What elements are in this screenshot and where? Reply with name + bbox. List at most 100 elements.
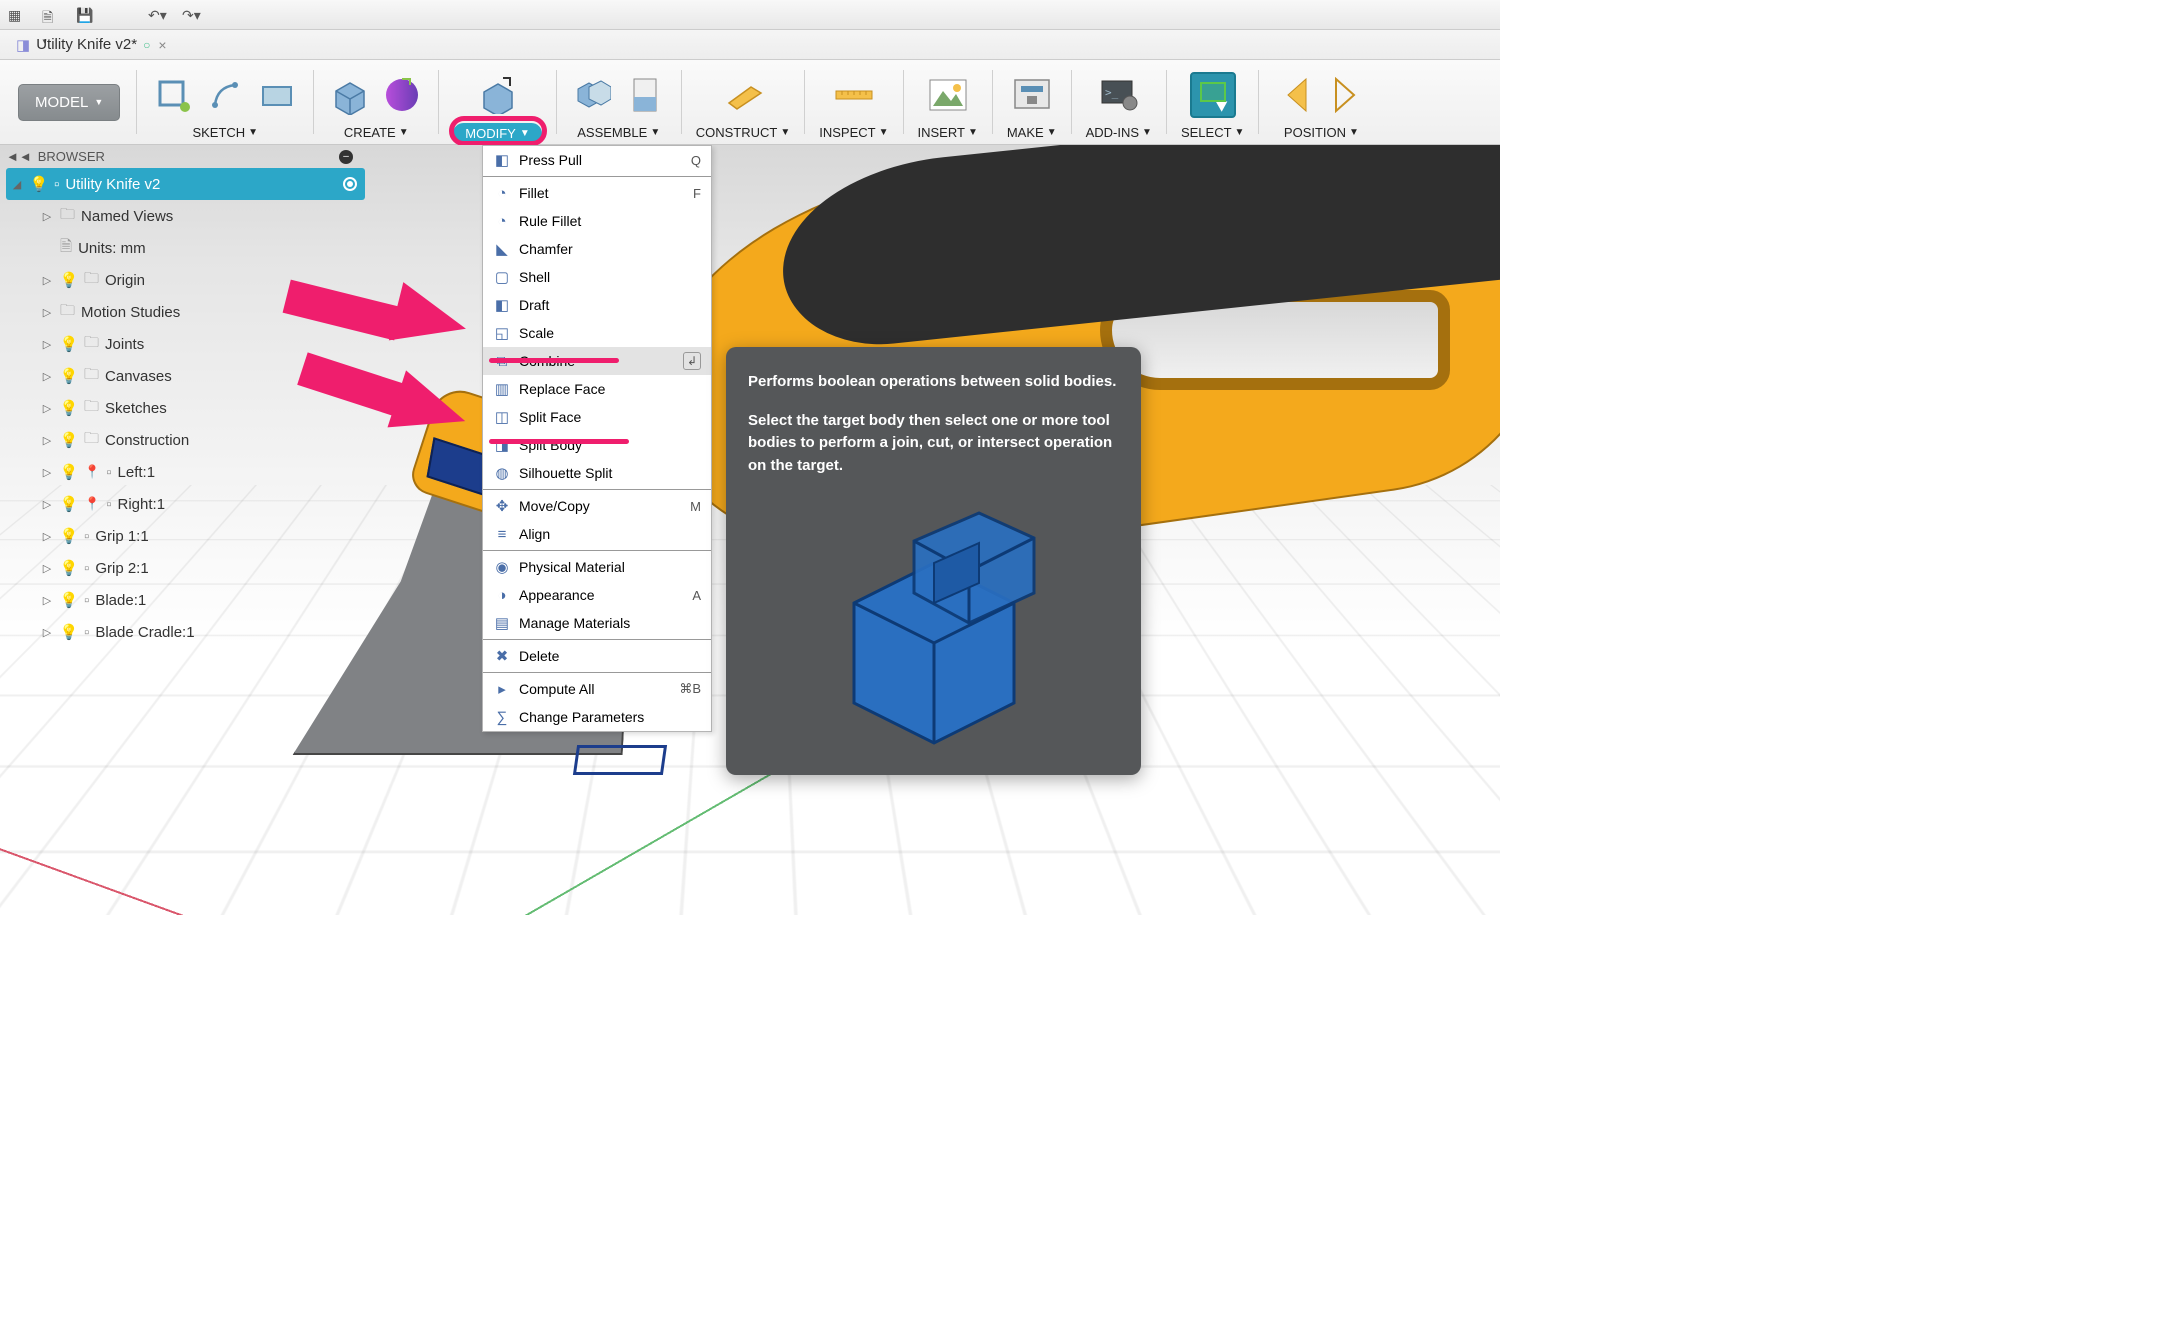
ribbon-label-assemble[interactable]: ASSEMBLE [577, 125, 647, 140]
image-icon[interactable] [926, 73, 970, 117]
undo-icon[interactable]: ↶▾ [148, 7, 164, 23]
menu-item-scale[interactable]: ◱Scale [483, 319, 711, 347]
ribbon-label-inspect[interactable]: INSPECT [819, 125, 875, 140]
sketch-spline-icon[interactable] [203, 73, 247, 117]
expand-icon[interactable]: ▷ [40, 306, 54, 319]
tree-item[interactable]: ▷💡▫Grip 2:1 [6, 552, 365, 584]
expand-icon[interactable]: ▷ [40, 594, 54, 607]
joint-icon[interactable] [571, 73, 615, 117]
menu-item-rule-fillet[interactable]: ◔Rule Fillet [483, 207, 711, 235]
bulb-icon[interactable]: 💡 [60, 559, 78, 577]
menu-item-silhouette-split[interactable]: ◍Silhouette Split [483, 459, 711, 487]
menu-item-appearance[interactable]: ◑AppearanceA [483, 581, 711, 609]
tab-close-button[interactable]: × [158, 37, 166, 53]
redo-icon[interactable]: ↷▾ [182, 7, 198, 23]
presspull-icon[interactable] [476, 72, 520, 116]
extrude-icon[interactable] [328, 73, 372, 117]
plane-icon[interactable] [721, 73, 765, 117]
ribbon-label-select[interactable]: SELECT [1181, 125, 1232, 140]
menu-item-delete[interactable]: ✖Delete [483, 642, 711, 670]
print3d-icon[interactable] [1010, 73, 1054, 117]
tree-root-label: Utility Knife v2 [65, 176, 160, 193]
bulb-icon[interactable]: 💡 [60, 271, 78, 289]
tree-item[interactable]: ▷🗀Named Views [6, 200, 365, 232]
bulb-icon[interactable]: 💡 [60, 399, 78, 417]
expand-icon[interactable]: ▷ [40, 274, 54, 287]
expand-icon[interactable]: ▷ [40, 626, 54, 639]
expand-icon[interactable]: ▷ [40, 338, 54, 351]
menu-item-align[interactable]: ≡Align [483, 520, 711, 548]
bulb-icon[interactable]: 💡 [60, 623, 78, 641]
expand-icon[interactable]: ▷ [40, 530, 54, 543]
ribbon-label-position[interactable]: POSITION [1284, 125, 1346, 140]
tree-item[interactable]: 🗎Units: mm [6, 232, 365, 264]
bulb-icon[interactable]: 💡 [60, 431, 78, 449]
bulb-icon[interactable]: 💡 [60, 527, 78, 545]
script-icon[interactable]: >_ [1097, 73, 1141, 117]
menu-item-label: Draft [519, 297, 549, 313]
ribbon-label-modify[interactable]: MODIFY▼ [453, 123, 541, 144]
expand-icon[interactable]: ▷ [40, 466, 54, 479]
bulb-icon[interactable]: 💡 [30, 175, 48, 193]
sketch-rect-icon[interactable] [255, 73, 299, 117]
browser-collapse-icon[interactable]: ◄◄ [6, 149, 32, 164]
menu-item-press-pull[interactable]: ◧Press PullQ [483, 146, 711, 174]
expand-icon[interactable]: ◢ [10, 178, 24, 191]
select-box-icon[interactable] [1190, 72, 1236, 118]
tree-item[interactable]: ▷💡🗀Sketches [6, 392, 365, 424]
bulb-icon[interactable]: 💡 [60, 335, 78, 353]
ribbon-label-construct[interactable]: CONSTRUCT [696, 125, 778, 140]
menu-item-move-copy[interactable]: ✥Move/CopyM [483, 492, 711, 520]
menu-item-change-parameters[interactable]: ∑Change Parameters [483, 703, 711, 731]
mirror-left-icon[interactable] [1273, 73, 1317, 117]
menu-item-draft[interactable]: ◧Draft [483, 291, 711, 319]
ribbon-label-create[interactable]: CREATE [344, 125, 396, 140]
ribbon-label-addins[interactable]: ADD-INS [1086, 125, 1139, 140]
tree-item[interactable]: ▷💡🗀Construction [6, 424, 365, 456]
menu-item-split-face[interactable]: ◫Split Face [483, 403, 711, 431]
browser-minimize-button[interactable]: – [339, 150, 353, 164]
expand-icon[interactable]: ▷ [40, 402, 54, 415]
tree-item[interactable]: ▷💡▫Grip 1:1 [6, 520, 365, 552]
new-doc-icon[interactable]: 🗎▾ [42, 7, 58, 23]
expand-icon[interactable]: ▷ [40, 434, 54, 447]
ribbon-label-sketch[interactable]: SKETCH [192, 125, 245, 140]
sketch-create-icon[interactable] [151, 73, 195, 117]
ribbon-group-select: SELECT▼ [1173, 60, 1252, 144]
bulb-icon[interactable]: 💡 [60, 591, 78, 609]
expand-icon[interactable]: ▷ [40, 370, 54, 383]
menu-item-physical-material[interactable]: ◉Physical Material [483, 553, 711, 581]
bulb-icon[interactable]: 💡 [60, 367, 78, 385]
tree-item[interactable]: ▷💡▫Blade:1 [6, 584, 365, 616]
tree-root[interactable]: ◢ 💡 ▫ Utility Knife v2 [6, 168, 365, 200]
mirror-right-icon[interactable] [1325, 73, 1369, 117]
menu-item-icon: ▢ [493, 268, 511, 286]
expand-icon[interactable]: ▷ [40, 210, 54, 223]
menu-item-icon: ✖ [493, 647, 511, 665]
menu-item-fillet[interactable]: ◔FilletF [483, 179, 711, 207]
grid-icon[interactable]: ▦ [8, 7, 24, 23]
tree-item[interactable]: ▷💡📍▫Right:1 [6, 488, 365, 520]
active-component-radio[interactable] [343, 177, 357, 191]
asbuilt-icon[interactable] [623, 73, 667, 117]
bulb-icon[interactable]: 💡 [60, 495, 78, 513]
menu-item-chamfer[interactable]: ◣Chamfer [483, 235, 711, 263]
menu-item-shell[interactable]: ▢Shell [483, 263, 711, 291]
bulb-icon[interactable]: 💡 [60, 463, 78, 481]
expand-icon[interactable]: ▷ [40, 562, 54, 575]
menu-item-replace-face[interactable]: ▥Replace Face [483, 375, 711, 403]
menu-item-split-body[interactable]: ◨Split Body [483, 431, 711, 459]
ribbon-label-insert[interactable]: INSERT [918, 125, 965, 140]
save-icon[interactable]: 💾 [76, 7, 92, 23]
tree-item[interactable]: ▷💡📍▫Left:1 [6, 456, 365, 488]
expand-icon[interactable]: ▷ [40, 498, 54, 511]
tree-item[interactable]: ▷💡▫Blade Cradle:1 [6, 616, 365, 648]
ribbon-label-make[interactable]: MAKE [1007, 125, 1044, 140]
measure-icon[interactable] [832, 73, 876, 117]
sweep-icon[interactable] [380, 73, 424, 117]
viewport[interactable]: ◄◄ BROWSER – ◢ 💡 ▫ Utility Knife v2 ▷🗀Na… [0, 145, 1500, 915]
workspace-switcher[interactable]: MODEL ▼ [18, 84, 120, 120]
menu-item-manage-materials[interactable]: ▤Manage Materials [483, 609, 711, 637]
document-tab[interactable]: ◨ Utility Knife v2* ○ × [6, 32, 177, 58]
menu-item-compute-all[interactable]: ▸Compute All⌘B [483, 675, 711, 703]
